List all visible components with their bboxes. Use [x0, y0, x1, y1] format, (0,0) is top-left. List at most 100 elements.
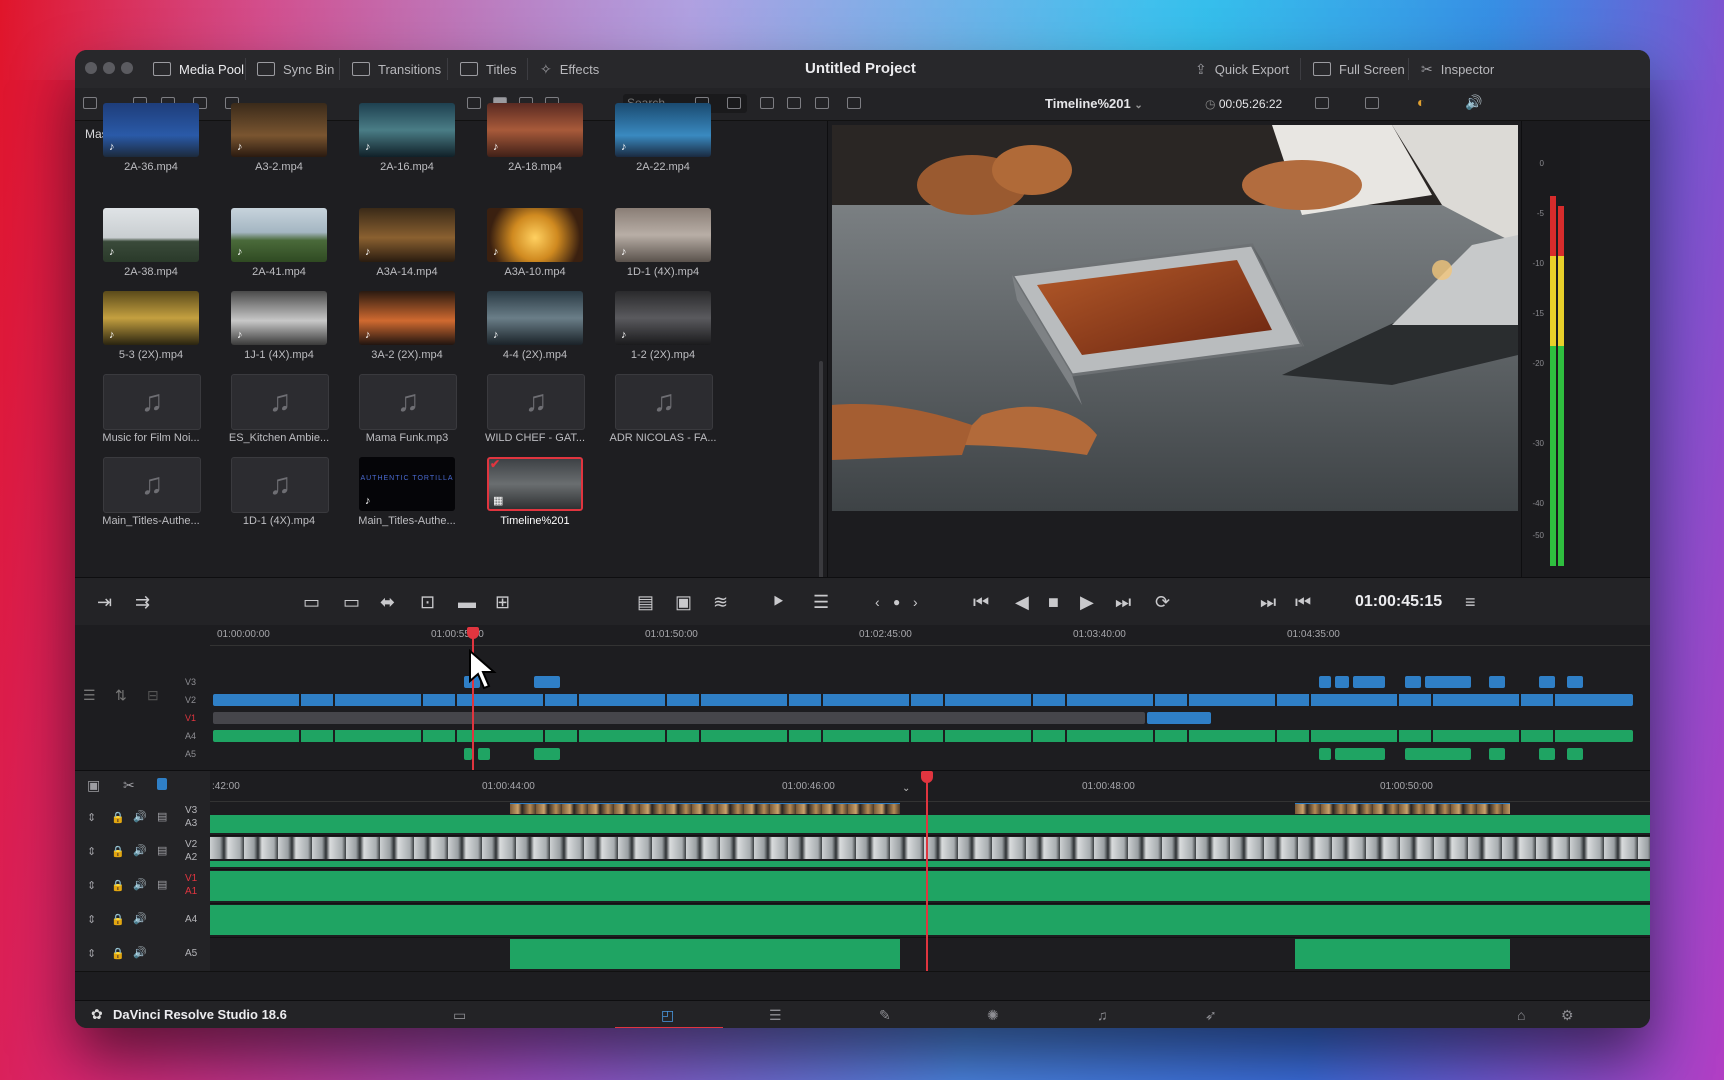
track-height-icon[interactable]: ⇅ [115, 687, 127, 704]
tab-transitions[interactable]: Transitions [352, 50, 441, 88]
media-clip[interactable]: ♪ 1J-1 (4X).mp4 [203, 291, 343, 373]
audio-clip[interactable] [1539, 748, 1555, 760]
video-toggle-icon[interactable]: ▤ [157, 878, 167, 891]
prev-edit-icon[interactable]: ⏮ [1295, 578, 1311, 626]
flag-icon[interactable] [157, 778, 167, 790]
loop-icon[interactable]: ⟳ [1155, 578, 1170, 626]
next-marker-icon[interactable]: › [913, 578, 918, 626]
media-clip[interactable]: ♪ 1-2 (2X).mp4 [587, 291, 727, 373]
media-clip[interactable]: ♪ A3A-14.mp4 [331, 208, 471, 290]
track-options-icon[interactable]: ☰ [83, 687, 96, 704]
cinema-mode-icon[interactable]: ⯈ [771, 578, 785, 626]
color-page-icon[interactable]: ✺ [987, 1001, 999, 1028]
prev-marker-icon[interactable]: ‹ [875, 578, 880, 626]
media-clip[interactable]: ♪ A3-2.mp4 [203, 103, 343, 185]
audio-clip[interactable] [210, 871, 1650, 901]
audio-clip[interactable] [464, 748, 472, 760]
clip[interactable] [210, 837, 1650, 859]
lock-icon[interactable]: 🔒 [111, 913, 125, 926]
audio-strip[interactable] [213, 730, 1633, 742]
gear-icon[interactable]: ⚙ [1561, 1001, 1574, 1028]
clip[interactable] [1425, 676, 1471, 688]
display-options-icon[interactable] [1315, 97, 1329, 109]
full-screen-button[interactable]: Full Screen [1313, 50, 1405, 88]
media-clip[interactable]: ♪ 2A-36.mp4 [75, 103, 215, 185]
audio-clip[interactable] [534, 748, 560, 760]
zoom-options-icon[interactable] [1365, 97, 1379, 109]
viewer-frame[interactable] [832, 125, 1518, 511]
audio-clip[interactable] [210, 815, 1650, 833]
upper-timeline[interactable]: 01:00:00:00 01:00:55:00 01:01:50:00 01:0… [75, 625, 1650, 770]
refresh-icon[interactable] [727, 97, 741, 109]
place-on-top-icon[interactable]: ⊡ [420, 578, 435, 626]
fit-to-fill-icon[interactable]: ⬌ [380, 578, 395, 626]
media-page-icon[interactable]: ▭ [453, 1001, 466, 1028]
quick-export-button[interactable]: ⇪ Quick Export [1195, 50, 1289, 88]
stop-icon[interactable]: ■ [1048, 578, 1059, 626]
audio-clip[interactable] [1567, 748, 1583, 760]
timeline-selector[interactable]: Timeline%201 ⌄ [1045, 88, 1143, 120]
upper-playhead-handle[interactable] [467, 627, 479, 639]
clip[interactable] [1405, 676, 1421, 688]
ripple-overwrite-icon[interactable]: ▬ [458, 578, 476, 626]
audio-clip[interactable] [210, 861, 1650, 867]
timeline-view-icon[interactable]: ▣ [87, 777, 100, 794]
lane-v3[interactable] [210, 801, 1650, 836]
edit-page-icon[interactable]: ☰ [769, 1001, 782, 1028]
lane-v2[interactable] [210, 835, 1650, 870]
track-resize-icon[interactable]: ⇕ [87, 947, 96, 960]
track-zoom-icon[interactable]: ⊟ [147, 687, 159, 704]
audio-clip[interactable] [1295, 939, 1510, 969]
media-clip[interactable]: ♪ 1D-1 (4X).mp4 [587, 208, 727, 290]
lock-icon[interactable]: 🔒 [111, 845, 125, 858]
append-clip-icon[interactable]: ⇉ [135, 578, 150, 626]
video-toggle-icon[interactable]: ▤ [157, 810, 167, 823]
clip[interactable] [213, 712, 1145, 724]
media-clip[interactable]: ♪ 2A-38.mp4 [75, 208, 215, 290]
lane-v1[interactable] [210, 869, 1650, 904]
audio-clip[interactable] [1335, 748, 1385, 760]
clip[interactable] [1539, 676, 1555, 688]
viewer-layout-icon[interactable] [760, 97, 774, 109]
lane-a5[interactable] [210, 937, 1650, 972]
cut-page-icon[interactable]: ◰ [661, 1001, 674, 1028]
media-pool-scrollbar[interactable] [819, 361, 823, 601]
media-clip[interactable]: ♪ 3A-2 (2X).mp4 [331, 291, 471, 373]
media-clip[interactable]: ♪ 2A-16.mp4 [331, 103, 471, 185]
media-clip[interactable]: ♫ ADR NICOLAS - FA... [587, 374, 727, 456]
main-timeline[interactable]: ▣ ✂ :42:00 01:00:44:00 01:00:46:00 01:00… [75, 770, 1650, 1001]
media-clip[interactable]: ♫ 1D-1 (4X).mp4 [203, 457, 343, 539]
audio-clip[interactable] [510, 939, 900, 969]
play-icon[interactable]: ▶ [1080, 578, 1094, 626]
close-window-button[interactable] [85, 62, 97, 74]
next-edit-icon[interactable]: ⏭ [1260, 578, 1276, 626]
audio-clip[interactable] [210, 905, 1650, 935]
fusion-page-icon[interactable]: ✎ [879, 1001, 891, 1028]
color-picker-icon[interactable]: ◐ [1417, 94, 1425, 110]
track-resize-icon[interactable]: ⇕ [87, 879, 96, 892]
options-sliders-icon[interactable]: ☰ [813, 578, 829, 626]
media-clip[interactable]: ♫ Music for Film Noi... [75, 374, 215, 456]
clip[interactable] [1319, 676, 1331, 688]
clip[interactable] [1353, 676, 1385, 688]
clip[interactable] [1147, 712, 1211, 724]
deliver-page-icon[interactable]: ➶ [1205, 1001, 1217, 1028]
clip-strip[interactable] [213, 694, 1633, 706]
insert-clip-icon[interactable]: ⇥ [97, 578, 112, 626]
track-resize-icon[interactable]: ⇕ [87, 811, 96, 824]
main-playhead[interactable] [926, 775, 928, 971]
media-clip[interactable]: ♫ ES_Kitchen Ambie... [203, 374, 343, 456]
replace-icon[interactable]: ▭ [343, 578, 360, 626]
lane-a4[interactable] [210, 903, 1650, 938]
close-up-icon[interactable]: ⊞ [495, 578, 510, 626]
audio-clip[interactable] [478, 748, 490, 760]
track-resize-icon[interactable]: ⇕ [87, 845, 96, 858]
lock-icon[interactable]: 🔒 [111, 879, 125, 892]
media-clip[interactable]: ✔ ▦ Timeline%201 [459, 457, 599, 539]
lock-icon[interactable]: 🔒 [111, 947, 125, 960]
speaker-icon[interactable]: 🔊 [133, 810, 147, 823]
tab-sync-bin[interactable]: Sync Bin [257, 50, 334, 88]
audio-clip[interactable] [1405, 748, 1471, 760]
clip[interactable] [510, 803, 900, 814]
blade-icon[interactable]: ✂ [123, 777, 135, 794]
